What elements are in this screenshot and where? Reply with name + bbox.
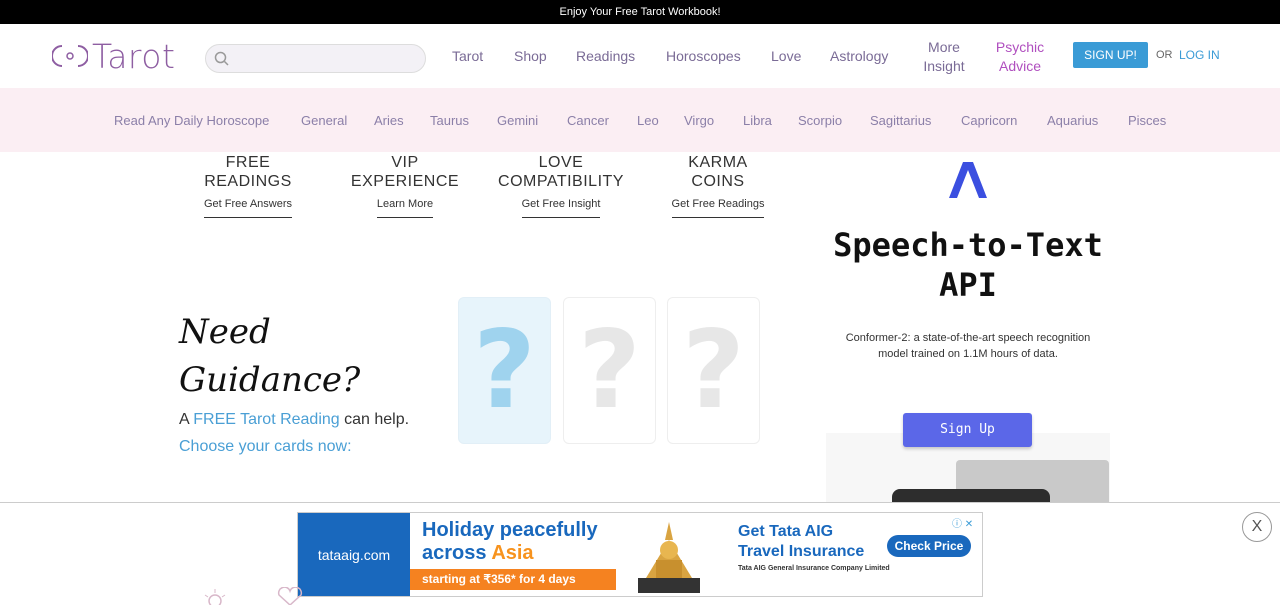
- feature-title-line1: VIP: [391, 154, 419, 171]
- side-ad-title: Speech-to-Text API: [826, 225, 1110, 305]
- guidance-text: A FREE Tarot Reading can help.: [179, 411, 409, 429]
- sun-icon[interactable]: [200, 587, 230, 605]
- promo-bar[interactable]: Enjoy Your Free Tarot Workbook!: [0, 0, 1280, 24]
- check-price-button[interactable]: Check Price: [887, 535, 971, 557]
- feature-vip-experience: VIP EXPERIENCE Learn More: [340, 153, 470, 218]
- subnav-capricorn[interactable]: Capricorn: [961, 113, 1017, 128]
- side-ad-signup-button[interactable]: Sign Up: [903, 413, 1032, 447]
- feature-karma-coins: KARMA COINS Get Free Readings: [653, 153, 783, 218]
- assemblyai-logo-icon: [949, 162, 987, 198]
- moon-logo-icon: [52, 45, 88, 67]
- choose-cards-link[interactable]: Choose your cards now:: [179, 438, 352, 456]
- free-reading-link[interactable]: FREE Tarot Reading: [193, 411, 339, 428]
- nav-shop[interactable]: Shop: [514, 47, 547, 66]
- feature-title-line2: COINS: [691, 173, 745, 190]
- banner-headline-line1: Holiday peacefully: [422, 519, 598, 541]
- feature-title-line1: LOVE: [538, 154, 584, 171]
- tarot-card-1[interactable]: ?: [458, 297, 551, 444]
- feature-link[interactable]: Get Free Answers: [203, 198, 293, 218]
- feature-title-line2: READINGS: [204, 173, 292, 190]
- subnav-cancer[interactable]: Cancer: [567, 113, 609, 128]
- feature-free-readings: FREE READINGS Get Free Answers: [183, 153, 313, 218]
- subnav-pisces[interactable]: Pisces: [1128, 113, 1166, 128]
- adchoices-icon[interactable]: ⓘ ✕: [952, 515, 973, 530]
- tarot-card-3[interactable]: ?: [667, 297, 760, 444]
- subnav-aquarius[interactable]: Aquarius: [1047, 113, 1098, 128]
- subnav-scorpio[interactable]: Scorpio: [798, 113, 842, 128]
- feature-link[interactable]: Get Free Readings: [671, 198, 765, 218]
- nav-horoscopes[interactable]: Horoscopes: [666, 47, 741, 66]
- site-header: Tarot Tarot Shop Readings Horoscopes Lov…: [0, 24, 1280, 88]
- banner-title-line1: Get Tata AIG: [738, 523, 834, 540]
- nav-more-insight[interactable]: More Insight: [916, 38, 972, 76]
- horoscope-subnav: Read Any Daily Horoscope General Aries T…: [0, 88, 1280, 152]
- guidance-text-b: can help.: [339, 411, 410, 428]
- nav-tarot[interactable]: Tarot: [452, 47, 483, 66]
- feature-title-line2: EXPERIENCE: [350, 173, 460, 190]
- feature-title-line2: COMPATIBILITY: [498, 173, 624, 190]
- site-logo[interactable]: Tarot: [52, 36, 176, 76]
- nav-psychic-advice[interactable]: Psychic Advice: [992, 38, 1048, 76]
- nav-astrology[interactable]: Astrology: [830, 47, 888, 66]
- search-icon: [214, 51, 229, 66]
- banner-headline-line2: across: [422, 542, 492, 564]
- side-ad-title-line1: Speech-to-Text: [833, 226, 1103, 264]
- side-ad-description: Conformer-2: a state-of-the-art speech r…: [845, 332, 1091, 360]
- buddha-temple-icon: [638, 522, 700, 593]
- banner-headline: Holiday peacefully across Asia: [422, 519, 598, 565]
- guidance-line1: Need: [179, 312, 271, 352]
- feature-link[interactable]: Learn More: [376, 198, 434, 218]
- banner-headline-highlight: Asia: [491, 542, 534, 564]
- banner-title-line2: Travel Insurance: [738, 543, 865, 560]
- feature-link[interactable]: Get Free Insight: [521, 198, 601, 218]
- subnav-general[interactable]: General: [301, 113, 347, 128]
- guidance-heading: Need Guidance?: [179, 308, 360, 404]
- signup-button[interactable]: SIGN UP!: [1073, 42, 1148, 68]
- subnav-taurus[interactable]: Taurus: [430, 113, 469, 128]
- feature-title-line1: KARMA: [688, 154, 748, 171]
- feature-title-line1: FREE: [225, 154, 271, 171]
- banner-ad[interactable]: tataaig.com Holiday peacefully across As…: [297, 512, 983, 597]
- guidance-line2: Guidance?: [179, 360, 361, 400]
- banner-title: Get Tata AIG Travel Insurance: [738, 522, 864, 562]
- nav-love[interactable]: Love: [771, 47, 801, 66]
- banner-company: Tata AIG General Insurance Company Limit…: [738, 565, 890, 572]
- or-label: OR: [1156, 49, 1173, 61]
- subnav-gemini[interactable]: Gemini: [497, 113, 538, 128]
- heart-icon[interactable]: [275, 587, 305, 605]
- subnav-daily-horoscope[interactable]: Read Any Daily Horoscope: [114, 113, 269, 128]
- login-link[interactable]: LOG IN: [1179, 48, 1220, 62]
- subnav-aries[interactable]: Aries: [374, 113, 404, 128]
- tarot-card-2[interactable]: ?: [563, 297, 656, 444]
- banner-brand: tataaig.com: [298, 513, 410, 596]
- subnav-virgo[interactable]: Virgo: [684, 113, 714, 128]
- promo-text[interactable]: Enjoy Your Free Tarot Workbook!: [559, 6, 720, 18]
- guidance-text-a: A: [179, 411, 194, 428]
- banner-fine-print: Tata AIG General Insurance Company Limit…: [738, 565, 890, 573]
- subnav-sagittarius[interactable]: Sagittarius: [870, 113, 931, 128]
- search-input[interactable]: [205, 44, 426, 73]
- close-ad-button[interactable]: X: [1242, 512, 1272, 542]
- banner-price-strip: starting at ₹356* for 4 days: [410, 569, 616, 590]
- nav-readings[interactable]: Readings: [576, 47, 635, 66]
- subnav-libra[interactable]: Libra: [743, 113, 772, 128]
- side-ad-title-line2: API: [939, 266, 997, 304]
- feature-love-compatibility: LOVE COMPATIBILITY Get Free Insight: [486, 153, 636, 218]
- logo-text: Tarot: [92, 36, 176, 76]
- subnav-leo[interactable]: Leo: [637, 113, 659, 128]
